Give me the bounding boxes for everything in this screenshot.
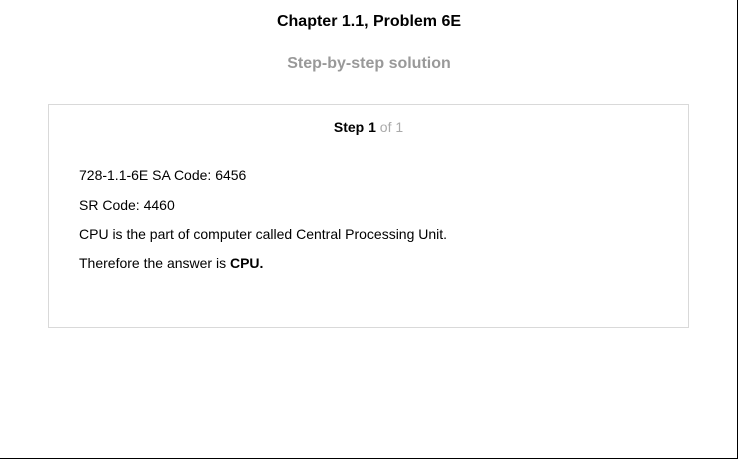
answer-line: Therefore the answer is CPU. [79, 254, 263, 272]
sr-code-line: SR Code: 4460 [79, 197, 175, 213]
step-total: of 1 [379, 119, 404, 135]
answer-prefix: Therefore the answer is [79, 255, 227, 271]
step-label: Step [333, 119, 365, 135]
sa-code-line: 728-1.1-6E SA Code: 6456 [79, 167, 247, 183]
step-number: 1 [368, 119, 376, 135]
explanation-line: CPU is the part of computer called Centr… [79, 226, 448, 242]
step-header: Step 1 of 1 [49, 118, 688, 136]
page-title: Chapter 1.1, Problem 6E [276, 13, 462, 30]
step-card: Step 1 of 1 728-1.1-6E SA Code: 6456 SR … [48, 104, 689, 328]
solution-subtitle: Step-by-step solution [287, 55, 451, 72]
answer-value: CPU. [229, 255, 264, 271]
